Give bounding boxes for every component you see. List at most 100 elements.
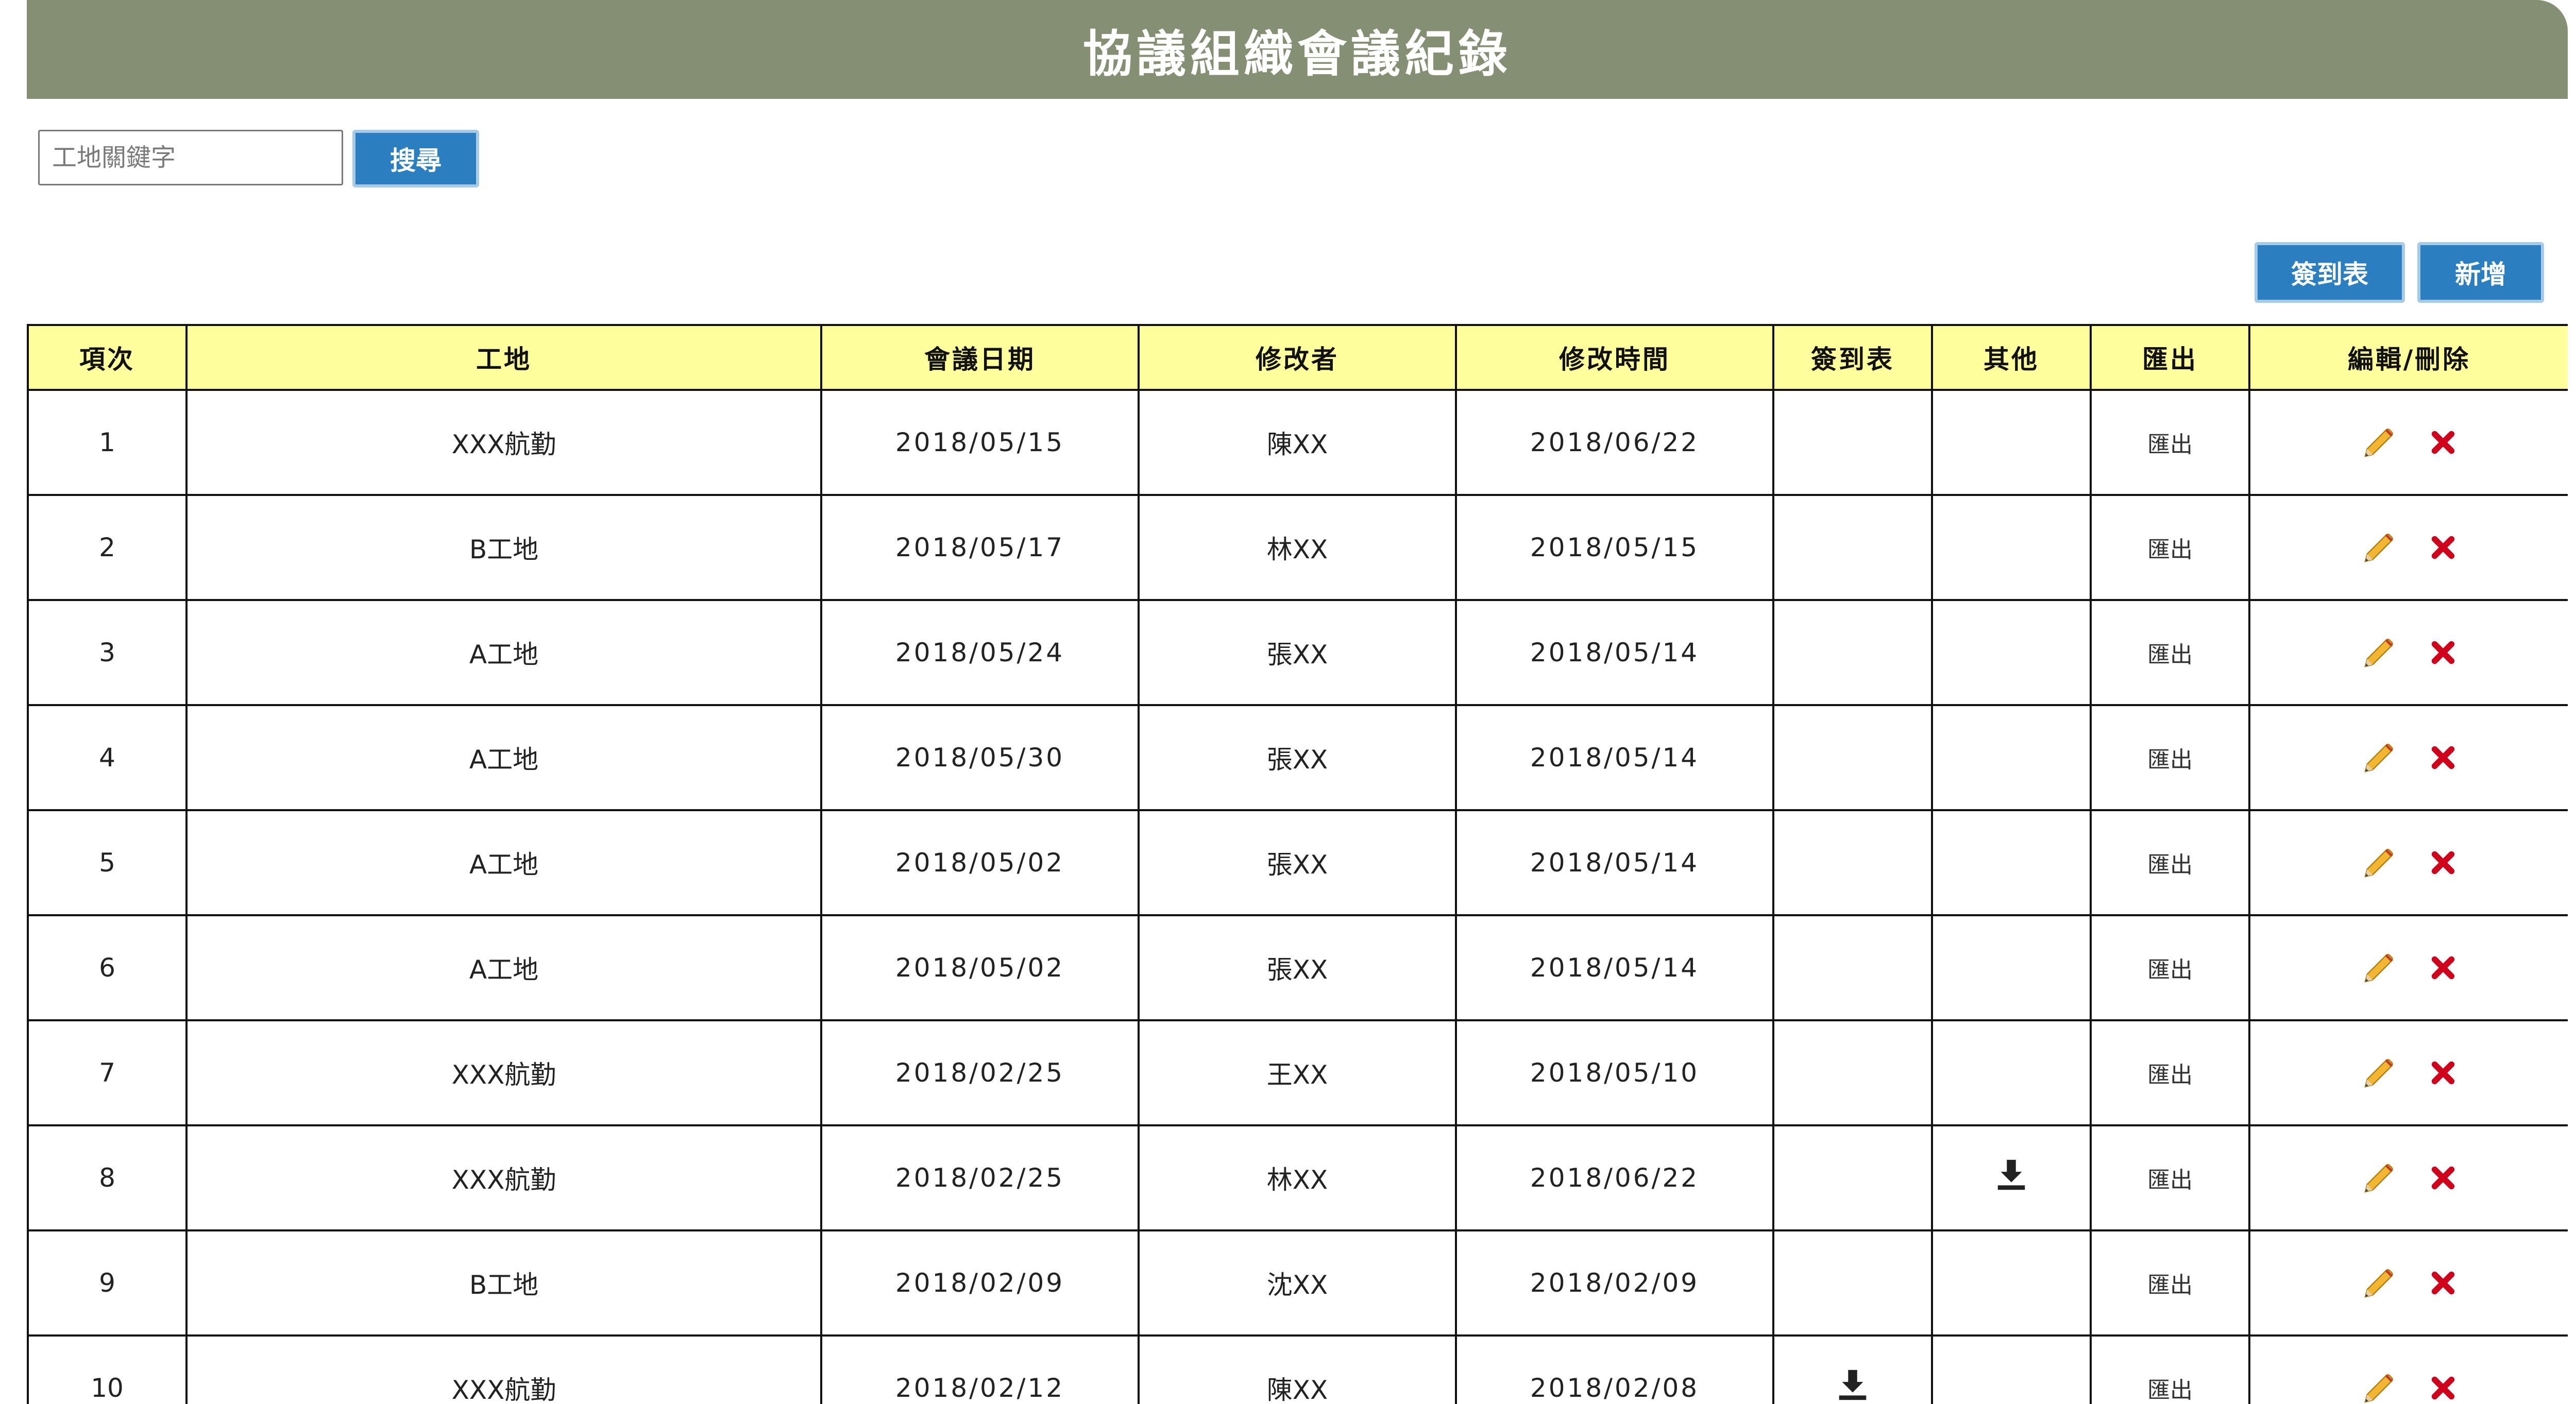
edit-delete-cell — [2248, 494, 2568, 601]
column-header-export: 匯出 — [2090, 324, 2250, 391]
site-cell: A工地 — [185, 704, 822, 811]
pencil-icon[interactable] — [2361, 846, 2429, 878]
other-cell — [1931, 599, 2092, 706]
edit-delete-cell — [2248, 389, 2568, 496]
page-title: 協議組織會議紀錄 — [1083, 25, 1512, 83]
edit-delete-cell — [2248, 914, 2568, 1021]
export-link[interactable]: 匯出 — [2147, 642, 2193, 668]
editor-cell: 林XX — [1138, 494, 1457, 601]
search-button[interactable]: 搜尋 — [352, 130, 479, 187]
other-cell — [1931, 1229, 2092, 1337]
editor-cell: 陳XX — [1138, 1334, 1457, 1404]
export-link[interactable]: 匯出 — [2147, 957, 2193, 983]
signin-sheet-cell — [1772, 599, 1933, 706]
delete-x-icon[interactable] — [2429, 636, 2458, 666]
item-no-cell: 10 — [27, 1334, 188, 1404]
editor-cell: 張XX — [1138, 599, 1457, 706]
meeting-records-table: 項次 工地 會議日期 修改者 修改時間 簽到表 其他 匯出 編輯/刪除 1 XXX… — [27, 324, 2568, 1404]
signin-sheet-button[interactable]: 簽到表 — [2255, 242, 2405, 303]
column-header-signin-sheet: 簽到表 — [1772, 324, 1933, 391]
edit-delete-cell — [2248, 599, 2568, 706]
pencil-icon[interactable] — [2361, 1161, 2429, 1193]
column-header-item-no: 項次 — [27, 324, 188, 391]
pencil-icon[interactable] — [2361, 1056, 2429, 1088]
edit-delete-cell — [2248, 1229, 2568, 1337]
delete-x-icon[interactable] — [2429, 741, 2458, 771]
modified-time-cell: 2018/05/14 — [1455, 704, 1774, 811]
pencil-icon[interactable] — [2361, 1266, 2429, 1298]
meeting-date-cell: 2018/05/02 — [820, 914, 1140, 1021]
meeting-date-cell: 2018/05/02 — [820, 809, 1140, 916]
item-no-cell: 7 — [27, 1019, 188, 1126]
item-no-cell: 8 — [27, 1124, 188, 1231]
export-cell: 匯出 — [2090, 914, 2250, 1021]
export-cell: 匯出 — [2090, 809, 2250, 916]
meeting-date-cell: 2018/02/09 — [820, 1229, 1140, 1337]
editor-cell: 張XX — [1138, 809, 1457, 916]
edit-delete-cell — [2248, 1334, 2568, 1404]
export-cell: 匯出 — [2090, 1229, 2250, 1337]
site-cell: A工地 — [185, 914, 822, 1021]
delete-x-icon[interactable] — [2429, 846, 2458, 876]
table-row: 5 A工地 2018/05/02 張XX 2018/05/14 匯出 — [27, 809, 2568, 916]
item-no-cell: 6 — [27, 914, 188, 1021]
delete-x-icon[interactable] — [2429, 1266, 2458, 1296]
signin-sheet-cell — [1772, 389, 1933, 496]
export-link[interactable]: 匯出 — [2147, 432, 2193, 458]
download-icon[interactable] — [1835, 1369, 1871, 1404]
other-cell — [1931, 1124, 2092, 1231]
delete-x-icon[interactable] — [2429, 1056, 2458, 1086]
modified-time-cell: 2018/05/14 — [1455, 599, 1774, 706]
pencil-icon[interactable] — [2361, 741, 2429, 773]
signin-sheet-cell — [1772, 809, 1933, 916]
export-link[interactable]: 匯出 — [2147, 1062, 2193, 1088]
table-row: 4 A工地 2018/05/30 張XX 2018/05/14 匯出 — [27, 704, 2568, 811]
table-row: 9 B工地 2018/02/09 沈XX 2018/02/09 匯出 — [27, 1229, 2568, 1337]
export-link[interactable]: 匯出 — [2147, 1167, 2193, 1193]
signin-sheet-cell — [1772, 494, 1933, 601]
other-cell — [1931, 1334, 2092, 1404]
download-icon[interactable] — [1993, 1159, 2029, 1199]
edit-delete-cell — [2248, 1124, 2568, 1231]
modified-time-cell: 2018/05/14 — [1455, 809, 1774, 916]
modified-time-cell: 2018/05/10 — [1455, 1019, 1774, 1126]
pencil-icon[interactable] — [2361, 636, 2429, 667]
table-row: 1 XXX航勤 2018/05/15 陳XX 2018/06/22 匯出 — [27, 389, 2568, 496]
site-keyword-search-input[interactable] — [38, 130, 343, 185]
export-link[interactable]: 匯出 — [2147, 1272, 2193, 1298]
signin-sheet-cell — [1772, 914, 1933, 1021]
column-header-other: 其他 — [1931, 324, 2092, 391]
pencil-icon[interactable] — [2361, 426, 2429, 457]
add-button[interactable]: 新增 — [2417, 242, 2544, 303]
signin-sheet-cell — [1772, 1229, 1933, 1337]
site-cell: XXX航勤 — [185, 389, 822, 496]
export-link[interactable]: 匯出 — [2147, 747, 2193, 773]
export-link[interactable]: 匯出 — [2147, 1377, 2193, 1403]
edit-delete-cell — [2248, 809, 2568, 916]
modified-time-cell: 2018/05/15 — [1455, 494, 1774, 601]
delete-x-icon[interactable] — [2429, 426, 2458, 456]
delete-x-icon[interactable] — [2429, 951, 2458, 981]
export-link[interactable]: 匯出 — [2147, 852, 2193, 878]
other-cell — [1931, 914, 2092, 1021]
pencil-icon[interactable] — [2361, 951, 2429, 983]
table-row: 10 XXX航勤 2018/02/12 陳XX 2018/02/08 匯出 — [27, 1334, 2568, 1404]
modified-time-cell: 2018/05/14 — [1455, 914, 1774, 1021]
export-cell: 匯出 — [2090, 599, 2250, 706]
item-no-cell: 9 — [27, 1229, 188, 1337]
meeting-date-cell: 2018/02/25 — [820, 1019, 1140, 1126]
item-no-cell: 1 — [27, 389, 188, 496]
other-cell — [1931, 809, 2092, 916]
export-link[interactable]: 匯出 — [2147, 537, 2193, 563]
signin-sheet-cell — [1772, 1124, 1933, 1231]
modified-time-cell: 2018/02/09 — [1455, 1229, 1774, 1337]
pencil-icon[interactable] — [2361, 1372, 2429, 1403]
meeting-date-cell: 2018/02/25 — [820, 1124, 1140, 1231]
site-cell: XXX航勤 — [185, 1124, 822, 1231]
editor-cell: 陳XX — [1138, 389, 1457, 496]
delete-x-icon[interactable] — [2429, 1372, 2458, 1401]
delete-x-icon[interactable] — [2429, 531, 2458, 561]
delete-x-icon[interactable] — [2429, 1161, 2458, 1191]
pencil-icon[interactable] — [2361, 531, 2429, 562]
site-cell: A工地 — [185, 809, 822, 916]
